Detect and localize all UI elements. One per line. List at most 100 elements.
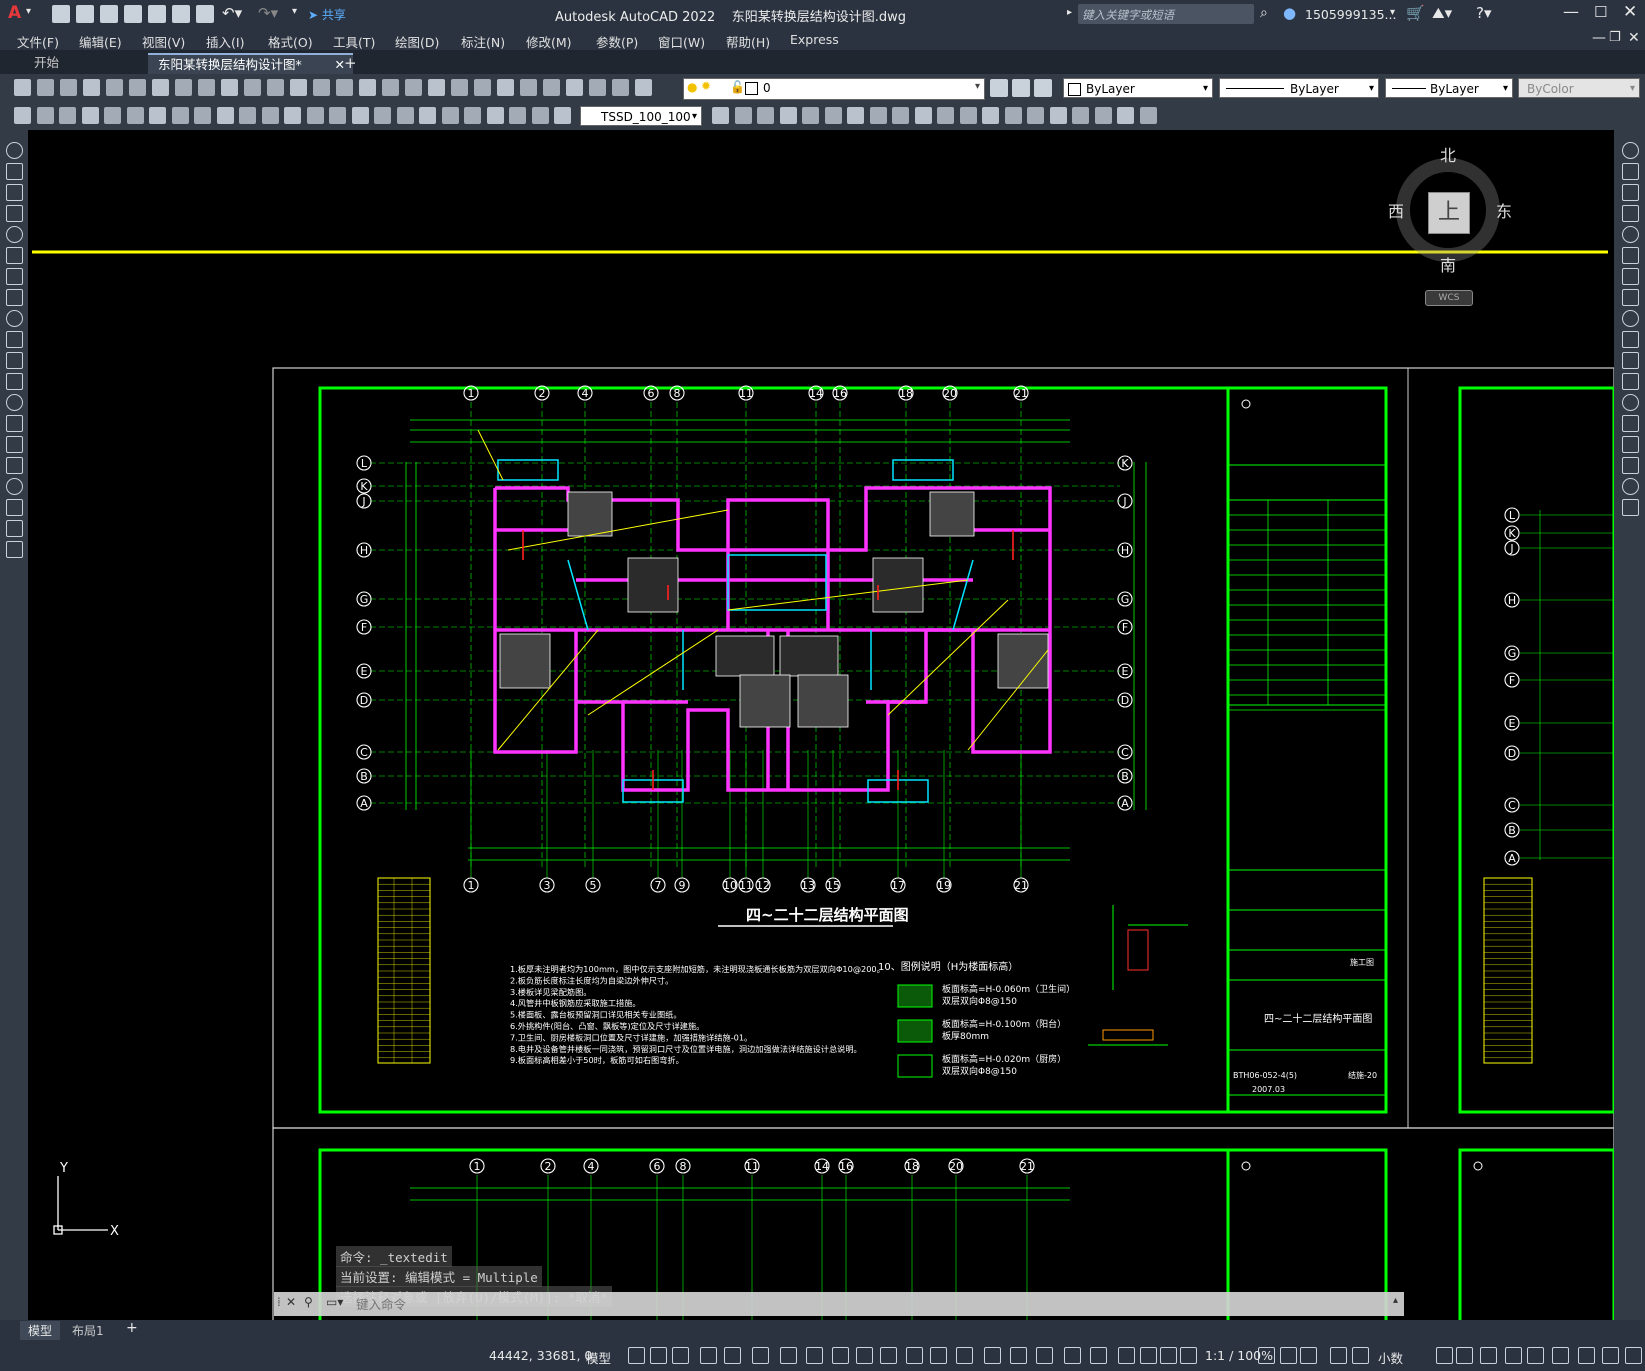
status-toggle-icon[interactable] bbox=[1578, 1347, 1595, 1364]
toolbar-tool-icon[interactable] bbox=[566, 79, 583, 96]
toolbar-tool-icon[interactable] bbox=[221, 79, 238, 96]
status-toggle-icon[interactable] bbox=[1160, 1347, 1177, 1364]
toolbar-tool-icon[interactable] bbox=[198, 79, 215, 96]
status-toggle-icon[interactable] bbox=[672, 1347, 689, 1364]
draw-tool-icon[interactable] bbox=[6, 163, 23, 180]
save-icon[interactable] bbox=[100, 5, 118, 23]
draw-tool-icon[interactable] bbox=[6, 436, 23, 453]
dimension-tool-icon[interactable] bbox=[464, 107, 481, 124]
draw-tool-icon[interactable] bbox=[6, 205, 23, 222]
draw-tool-icon[interactable] bbox=[6, 457, 23, 474]
search-expand-icon[interactable]: ▸ bbox=[1067, 7, 1072, 18]
modify-tool-icon[interactable] bbox=[1072, 107, 1089, 124]
doc-minimize-button[interactable]: — bbox=[1592, 30, 1606, 46]
status-toggle-icon[interactable] bbox=[752, 1347, 769, 1364]
status-toggle-icon[interactable] bbox=[1480, 1347, 1497, 1364]
modify-tool-icon[interactable] bbox=[1622, 373, 1639, 390]
draw-tool-icon[interactable] bbox=[6, 373, 23, 390]
dimension-tool-icon[interactable] bbox=[149, 107, 166, 124]
modify-tool-icon[interactable] bbox=[1622, 205, 1639, 222]
viewcube-east[interactable]: 东 bbox=[1496, 198, 1512, 222]
toolbar-tool-icon[interactable] bbox=[474, 79, 491, 96]
dimension-tool-icon[interactable] bbox=[441, 107, 459, 124]
layer-lock-icon[interactable]: 🔓 bbox=[730, 80, 745, 94]
status-toggle-icon[interactable] bbox=[1064, 1347, 1081, 1364]
modify-tool-icon[interactable] bbox=[1622, 415, 1639, 432]
menu-tools[interactable]: 工具(T) bbox=[333, 32, 375, 51]
user-chevron-icon[interactable]: ▾ bbox=[1390, 7, 1395, 18]
dimstyle-dropdown[interactable]: TSSD_100_100 ▾ bbox=[580, 106, 702, 126]
dimension-tool-icon[interactable] bbox=[261, 107, 279, 124]
dimension-tool-icon[interactable] bbox=[396, 107, 414, 124]
modify-tool-icon[interactable] bbox=[1622, 184, 1639, 201]
layer-on-icon[interactable]: ● bbox=[687, 80, 697, 94]
toolbar-tool-icon[interactable] bbox=[244, 79, 261, 96]
status-toggle-icon[interactable] bbox=[1552, 1347, 1569, 1364]
command-input[interactable] bbox=[354, 1294, 1398, 1314]
redo-icon[interactable]: ↷▾ bbox=[258, 4, 278, 22]
plotstyle-dropdown[interactable]: ByColor ▾ bbox=[1518, 78, 1640, 98]
make-current-layer-icon[interactable] bbox=[1012, 79, 1030, 97]
modify-tool-icon[interactable] bbox=[1622, 289, 1639, 306]
menu-format[interactable]: 格式(O) bbox=[268, 32, 313, 51]
dimension-tool-icon[interactable] bbox=[374, 107, 391, 124]
modify-tool-icon[interactable] bbox=[1622, 436, 1639, 453]
modify-tool-icon[interactable] bbox=[1004, 107, 1022, 124]
dimension-tool-icon[interactable] bbox=[36, 107, 54, 124]
status-toggle-icon[interactable] bbox=[700, 1347, 717, 1364]
viewcube[interactable]: 上 北 南 西 东 WCS bbox=[1368, 140, 1528, 320]
status-toggle-icon[interactable] bbox=[956, 1347, 973, 1364]
user-account[interactable]: 1505999135... bbox=[1305, 7, 1396, 22]
toolbar-tool-icon[interactable] bbox=[106, 79, 123, 96]
toolbar-tool-icon[interactable] bbox=[612, 79, 629, 96]
menu-draw[interactable]: 绘图(D) bbox=[395, 32, 439, 51]
add-layout-button[interactable]: + bbox=[126, 1320, 138, 1336]
dimension-tool-icon[interactable] bbox=[104, 107, 121, 124]
dimension-tool-icon[interactable] bbox=[486, 107, 504, 124]
menu-edit[interactable]: 编辑(E) bbox=[79, 32, 122, 51]
toolbar-tool-icon[interactable] bbox=[290, 79, 307, 96]
status-toggle-icon[interactable] bbox=[880, 1347, 897, 1364]
menu-parametric[interactable]: 参数(P) bbox=[596, 32, 638, 51]
modify-tool-icon[interactable] bbox=[1622, 499, 1639, 516]
modify-tool-icon[interactable] bbox=[892, 107, 909, 124]
status-toggle-icon[interactable] bbox=[1527, 1347, 1544, 1364]
modify-tool-icon[interactable] bbox=[1622, 163, 1639, 180]
status-toggle-icon[interactable] bbox=[806, 1347, 823, 1364]
status-toggle-icon[interactable] bbox=[1436, 1347, 1453, 1364]
command-line-close-icon[interactable]: ✕ bbox=[286, 1295, 296, 1309]
undo-icon[interactable]: ↶▾ bbox=[222, 4, 242, 22]
command-history-toggle-icon[interactable]: ▴ bbox=[1393, 1295, 1398, 1306]
status-toggle-icon[interactable] bbox=[1090, 1347, 1107, 1364]
modify-tool-icon[interactable] bbox=[959, 107, 977, 124]
menu-file[interactable]: 文件(F) bbox=[17, 32, 59, 51]
status-toggle-icon[interactable] bbox=[984, 1347, 1001, 1364]
dimension-tool-icon[interactable] bbox=[329, 107, 346, 124]
draw-tool-icon[interactable] bbox=[6, 184, 23, 201]
tab-layout1[interactable]: 布局1 bbox=[72, 1322, 104, 1339]
status-toggle-icon[interactable] bbox=[780, 1347, 797, 1364]
doc-restore-button[interactable]: ❐ bbox=[1609, 30, 1621, 45]
status-toggle-icon[interactable] bbox=[930, 1347, 947, 1364]
draw-tool-icon[interactable] bbox=[6, 499, 23, 516]
share-button[interactable]: ➤ 共享 bbox=[308, 6, 346, 23]
status-toggle-icon[interactable] bbox=[906, 1347, 923, 1364]
menu-window[interactable]: 窗口(W) bbox=[658, 32, 705, 51]
modify-tool-icon[interactable] bbox=[779, 107, 797, 124]
modify-tool-icon[interactable] bbox=[734, 107, 752, 124]
close-button[interactable]: ✕ bbox=[1623, 2, 1637, 22]
drawing-canvas[interactable]: 1 2 4 6 8 11 14 16 18 20 21 1 3 5 7 9 10 11 12 13 15 17 19 21 L K… bbox=[28, 130, 1614, 1320]
dimension-tool-icon[interactable] bbox=[284, 107, 301, 124]
tab-drawing[interactable]: 东阳某转换层结构设计图* ✕ bbox=[148, 53, 353, 75]
dimension-tool-icon[interactable] bbox=[351, 107, 369, 124]
toolbar-tool-icon[interactable] bbox=[405, 79, 422, 96]
modify-tool-icon[interactable] bbox=[1139, 107, 1157, 124]
dimension-tool-icon[interactable] bbox=[14, 107, 31, 124]
annotation-scale[interactable]: 1:1 / 100% bbox=[1205, 1348, 1273, 1363]
status-toggle-icon[interactable] bbox=[1602, 1347, 1619, 1364]
draw-tool-icon[interactable] bbox=[6, 478, 23, 495]
autodesk-a360-icon[interactable]: ⛰▾ bbox=[1432, 4, 1452, 22]
maximize-button[interactable]: ☐ bbox=[1594, 3, 1607, 21]
draw-tool-icon[interactable] bbox=[6, 289, 23, 306]
status-toggle-icon[interactable] bbox=[1505, 1347, 1522, 1364]
